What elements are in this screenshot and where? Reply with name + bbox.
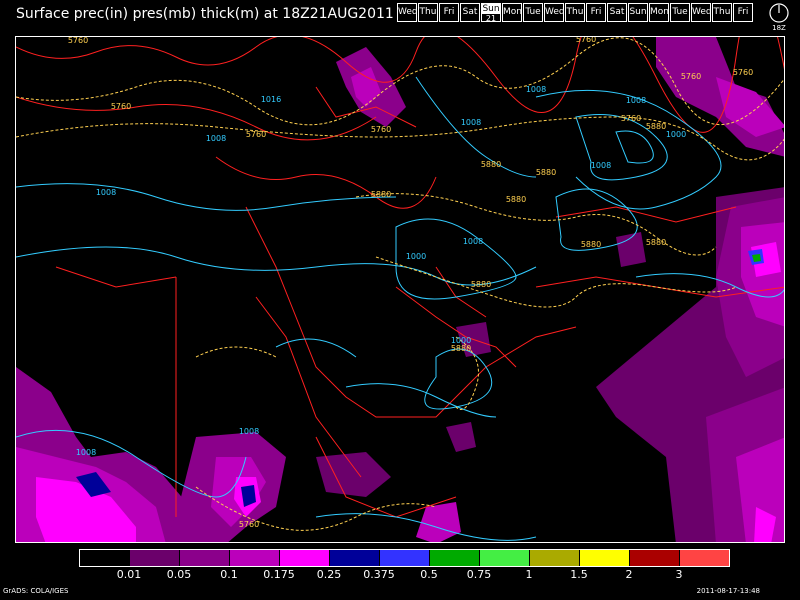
legend-swatch bbox=[180, 550, 230, 566]
day-fri[interactable]: Fri bbox=[733, 3, 753, 22]
legend-label: 1 bbox=[525, 568, 533, 581]
legend-swatch bbox=[380, 550, 430, 566]
thickness-label: 5880 bbox=[481, 160, 501, 169]
isobar-label: 1008 bbox=[591, 161, 611, 170]
legend-swatch bbox=[680, 550, 729, 566]
contour-labels: 1008 1008 1016 1008 1008 1008 1008 1008 … bbox=[68, 37, 753, 529]
isobar-label: 1008 bbox=[239, 427, 259, 436]
legend-swatch bbox=[130, 550, 180, 566]
day-fri[interactable]: Fri bbox=[586, 3, 606, 22]
legend-swatch bbox=[430, 550, 480, 566]
isobar-label: 1000 bbox=[406, 252, 426, 261]
legend-label: 0.1 bbox=[220, 568, 238, 581]
day-tue[interactable]: Tue bbox=[670, 3, 690, 22]
clock-label: 18Z bbox=[772, 24, 786, 32]
weather-map: 1008 1008 1016 1008 1008 1008 1008 1008 … bbox=[15, 36, 785, 543]
day-tue[interactable]: Tue bbox=[523, 3, 543, 22]
thickness-label: 5880 bbox=[371, 190, 391, 199]
isobar-label: 1008 bbox=[461, 118, 481, 127]
legend-swatch bbox=[630, 550, 680, 566]
legend-label: 1.5 bbox=[570, 568, 588, 581]
legend-label: 3 bbox=[675, 568, 683, 581]
day-thu[interactable]: Thu bbox=[712, 3, 732, 22]
day-sun[interactable]: Sun bbox=[628, 3, 648, 22]
legend-swatch bbox=[480, 550, 530, 566]
legend-label: 0.75 bbox=[466, 568, 492, 581]
legend-labels: 0.01 0.05 0.1 0.175 0.25 0.375 0.5 0.75 1 1.5 2 3 bbox=[0, 568, 800, 582]
thickness-label: 5760 bbox=[681, 72, 701, 81]
thickness-label: 5760 bbox=[576, 37, 596, 44]
legend-label: 2 bbox=[625, 568, 633, 581]
thickness-label: 5880 bbox=[506, 195, 526, 204]
thickness-label: 5880 bbox=[646, 122, 666, 131]
legend-swatch bbox=[580, 550, 630, 566]
thickness-label: 5760 bbox=[621, 114, 641, 123]
thickness-label: 5760 bbox=[733, 68, 753, 77]
day-wed[interactable]: Wed bbox=[397, 3, 417, 22]
thickness-label: 5760 bbox=[246, 130, 266, 139]
day-thu[interactable]: Thu bbox=[418, 3, 438, 22]
thickness-label: 5760 bbox=[371, 125, 391, 134]
day-selector[interactable]: Wed Thu Fri Sat Sun 21 Mon Tue Wed Thu Fri Sat Sun Mo… bbox=[397, 3, 754, 22]
legend-swatch bbox=[330, 550, 380, 566]
legend-label: 0.01 bbox=[116, 568, 142, 581]
thickness-label: 5880 bbox=[581, 240, 601, 249]
thickness-label: 5880 bbox=[471, 280, 491, 289]
legend-label: 0.5 bbox=[420, 568, 438, 581]
thickness-label: 5880 bbox=[646, 238, 666, 247]
map-title: Surface prec(in) pres(mb) thick(m) at 18… bbox=[16, 6, 394, 22]
day-mon[interactable]: Mon bbox=[502, 3, 522, 22]
legend-swatch bbox=[230, 550, 280, 566]
thickness-label: 5760 bbox=[68, 37, 88, 45]
day-fri[interactable]: Fri bbox=[439, 3, 459, 22]
software-credit: GrADS: COLA/IGES bbox=[3, 587, 69, 595]
clock-icon[interactable]: 18Z bbox=[768, 2, 790, 32]
isobar-label: 1008 bbox=[96, 188, 116, 197]
isobar-label: 1008 bbox=[626, 96, 646, 105]
thickness-label: 5880 bbox=[536, 168, 556, 177]
day-sun-selected[interactable]: Sun 21 bbox=[481, 3, 501, 22]
legend-label: 0.175 bbox=[263, 568, 295, 581]
day-wed[interactable]: Wed bbox=[691, 3, 711, 22]
legend-label: 0.25 bbox=[316, 568, 342, 581]
isobar-label: 1008 bbox=[463, 237, 483, 246]
legend-label: 0.05 bbox=[166, 568, 192, 581]
isobar-label: 1008 bbox=[526, 85, 546, 94]
thickness-label: 5760 bbox=[239, 520, 259, 529]
legend-label: 0.375 bbox=[363, 568, 395, 581]
thickness-label: 5760 bbox=[111, 102, 131, 111]
map-canvas: 1008 1008 1016 1008 1008 1008 1008 1008 … bbox=[16, 37, 784, 542]
day-thu[interactable]: Thu bbox=[565, 3, 585, 22]
legend-swatch bbox=[530, 550, 580, 566]
day-sat[interactable]: Sat bbox=[607, 3, 627, 22]
day-mon[interactable]: Mon bbox=[649, 3, 669, 22]
legend-swatch bbox=[280, 550, 330, 566]
day-sat[interactable]: Sat bbox=[460, 3, 480, 22]
isobar-label: 1016 bbox=[261, 95, 281, 104]
legend-swatch bbox=[80, 550, 130, 566]
day-wed[interactable]: Wed bbox=[544, 3, 564, 22]
precip-color-legend bbox=[79, 549, 730, 567]
timestamp: 2011-08-17-13:48 bbox=[696, 587, 760, 595]
thickness-label: 5880 bbox=[451, 344, 471, 353]
isobar-label: 1000 bbox=[666, 130, 686, 139]
isobar-label: 1008 bbox=[76, 448, 96, 457]
isobar-label: 1008 bbox=[206, 134, 226, 143]
